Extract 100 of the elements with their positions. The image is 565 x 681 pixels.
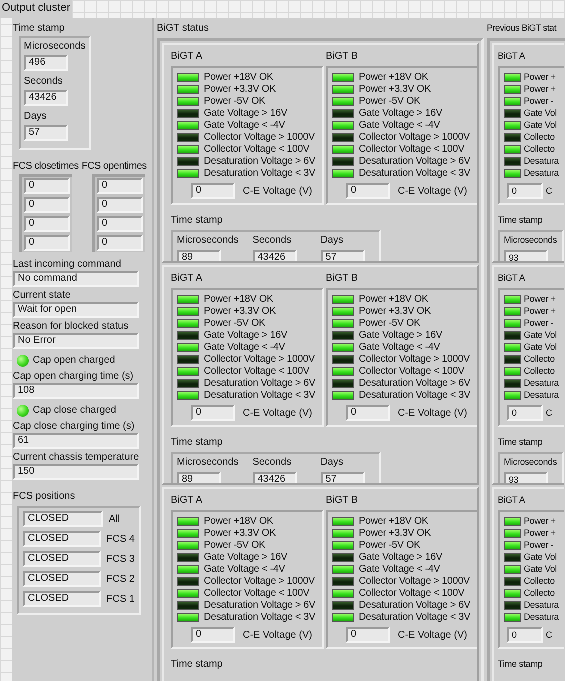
led-label: Gate Voltage > 16V <box>204 328 288 342</box>
unit-title: BiGT B <box>326 50 360 63</box>
unit-title: BiGT B <box>326 272 360 285</box>
led-label: Power + <box>524 526 556 540</box>
field-label: FCS 2 <box>106 572 135 586</box>
value-field: 0 <box>346 405 390 421</box>
led-label: Collector Voltage < 100V <box>204 364 310 378</box>
group-label: Time stamp <box>171 436 224 449</box>
led-label: Desaturation Voltage > 6V <box>204 154 316 168</box>
led-label: Power +18V OK <box>204 514 274 528</box>
value-field: 0 <box>24 216 70 232</box>
field-label: Cap open charging time (s) <box>13 370 135 383</box>
led-label: Gate Voltage < -4V <box>204 118 286 132</box>
led-label: Gate Vol <box>524 340 557 354</box>
unit-title: BiGT A <box>171 494 204 507</box>
led-label: Power +3.3V OK <box>359 304 431 318</box>
field-label: FCS 3 <box>106 552 135 566</box>
field-label: Microseconds <box>504 234 558 247</box>
led-label: Power -5V OK <box>204 94 266 108</box>
unit-title: BiGT A <box>171 272 204 285</box>
field-label: C <box>546 184 552 198</box>
led-label: Collector Voltage > 1000V <box>204 130 315 144</box>
led-label: Gate Voltage < -4V <box>204 562 286 576</box>
led-label: Collector Voltage < 100V <box>359 364 465 378</box>
field-label: Current chassis temperature <box>13 451 140 464</box>
value-field: 0 <box>24 197 70 213</box>
led-label: Power - <box>524 538 554 552</box>
led-label: Gate Voltage < -4V <box>359 340 440 354</box>
led-label: Gate Vol <box>524 106 557 120</box>
value-field: CLOSED <box>23 591 101 607</box>
value-field: 89 <box>177 472 221 483</box>
panel-title: Previous BiGT stat <box>487 22 558 35</box>
led-label: Desaturation Voltage > 6V <box>359 376 470 390</box>
led-label: Desaturation Voltage > 6V <box>204 598 316 612</box>
led-label: Gate Voltage > 16V <box>204 550 288 564</box>
led-label: Collecto <box>524 364 555 378</box>
group-label: FCS positions <box>13 490 76 503</box>
field-label: C-E Voltage (V) <box>398 406 468 420</box>
group-label: Time stamp <box>498 658 544 671</box>
led-label: Desaturation Voltage < 3V <box>204 388 316 402</box>
led-label: Power -5V OK <box>359 94 421 108</box>
led-label: Gate Voltage < -4V <box>359 118 440 132</box>
value-field: 43426 <box>24 90 68 106</box>
led-label: Collector Voltage < 100V <box>204 142 310 156</box>
led-label: Power +3.3V OK <box>204 526 276 540</box>
value-field: 496 <box>24 55 68 71</box>
led-label: Collector Voltage > 1000V <box>204 352 315 366</box>
value-field: 0 <box>191 627 235 643</box>
led-label: Collector Voltage < 100V <box>359 142 465 156</box>
value-field: 150 <box>13 464 139 480</box>
value-field: 0 <box>97 235 143 251</box>
led-label: Power -5V OK <box>204 316 266 330</box>
led-label: Desatura <box>524 388 559 402</box>
field-label: Microseconds <box>177 456 239 469</box>
led-label: Collecto <box>524 586 555 600</box>
led-label: Power +18V OK <box>359 292 428 306</box>
led-label: Gate Voltage > 16V <box>359 328 442 342</box>
led-label: Power + <box>524 292 556 306</box>
led-label: Collector Voltage < 100V <box>359 586 465 600</box>
field-label: C-E Voltage (V) <box>398 628 468 642</box>
unit-title: BiGT A <box>498 494 526 507</box>
value-field: 43426 <box>252 472 297 483</box>
field-label: Seconds <box>252 456 293 469</box>
panel-title: BiGT status <box>157 22 210 35</box>
led-label: Collector Voltage > 1000V <box>359 574 470 588</box>
value-field: CLOSED <box>23 511 103 527</box>
group-label: Time stamp <box>498 214 544 227</box>
led-label: Collector Voltage < 100V <box>204 586 310 600</box>
field-label: FCS 1 <box>106 592 135 606</box>
field-label: FCS 4 <box>106 532 135 546</box>
value-field: 0 <box>507 627 543 643</box>
unit-title: BiGT A <box>171 50 204 63</box>
value-field: 43426 <box>252 250 297 261</box>
led-label: Gate Voltage > 16V <box>204 106 288 120</box>
value-field: No Error <box>13 333 139 349</box>
field-label: C-E Voltage (V) <box>243 184 312 198</box>
led-label: Collecto <box>524 130 555 144</box>
value-field: 89 <box>177 250 221 261</box>
led-label: Desaturation Voltage < 3V <box>359 388 470 402</box>
value-field: 57 <box>24 125 68 141</box>
field-label: Reason for blocked status <box>13 320 130 333</box>
value-field: CLOSED <box>23 531 101 547</box>
led-label: Desatura <box>524 610 559 624</box>
led-label: Gate Vol <box>524 328 557 342</box>
field-label: Seconds <box>24 75 64 88</box>
led-label: Desaturation Voltage < 3V <box>359 166 470 180</box>
led-label: Gate Vol <box>524 550 557 564</box>
led-label: Gate Voltage < -4V <box>359 562 440 576</box>
field-label: Cap close charging time (s) <box>13 420 136 433</box>
value-field: 0 <box>346 183 390 199</box>
led-label: Desaturation Voltage > 6V <box>359 154 470 168</box>
group-label: Time stamp <box>13 22 66 35</box>
field-label: Microseconds <box>24 40 86 53</box>
led-label: Power -5V OK <box>359 538 421 552</box>
field-label: Microseconds <box>504 456 558 469</box>
value-field: 0 <box>97 178 143 194</box>
value-field: 0 <box>507 183 543 199</box>
value-field: Wait for open <box>13 302 139 318</box>
led-label: Power +3.3V OK <box>204 304 276 318</box>
field-label: Current state <box>13 289 72 302</box>
